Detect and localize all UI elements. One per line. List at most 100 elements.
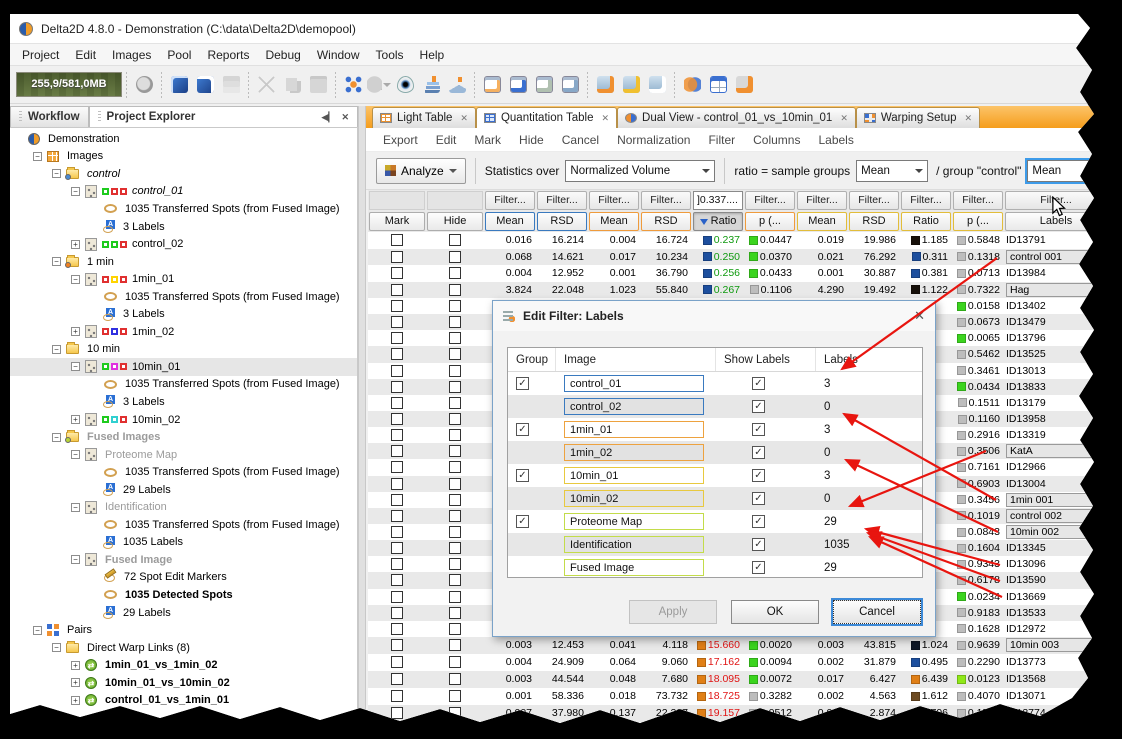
mark-checkbox[interactable] — [391, 397, 403, 409]
collapse-toggle-icon[interactable]: − — [52, 433, 61, 442]
collapse-toggle-icon[interactable]: − — [71, 450, 80, 459]
fuse-images-icon[interactable] — [680, 73, 704, 97]
mark-checkbox[interactable] — [391, 413, 403, 425]
hide-checkbox[interactable] — [449, 478, 461, 490]
show-labels-checkbox[interactable]: ✓ — [752, 538, 765, 551]
table-row[interactable]: 0.00158.3360.01873.73218.7250.32820.0024… — [368, 688, 1108, 705]
column-header-p[interactable]: p (... — [745, 212, 795, 231]
show-labels-checkbox[interactable]: ✓ — [752, 515, 765, 528]
expand-toggle-icon[interactable]: + — [71, 696, 80, 705]
panel-tab-project-explorer[interactable]: Project Explorer◀▏✕ — [89, 106, 358, 127]
mark-checkbox[interactable] — [391, 673, 403, 685]
table-row[interactable]: 3.82422.0481.02355.8400.2670.11064.29019… — [368, 282, 1108, 299]
label-dropdown[interactable]: 10min 002 — [1006, 525, 1106, 539]
ok-button[interactable]: OK — [731, 600, 819, 624]
ratio-filter-input[interactable]: ]0.337.... — [693, 191, 743, 210]
mark-checkbox[interactable] — [391, 478, 403, 490]
dual-view-window-icon[interactable] — [558, 73, 582, 97]
mark-checkbox[interactable] — [391, 429, 403, 441]
snapshot-spots-icon[interactable] — [619, 73, 643, 97]
hide-checkbox[interactable] — [449, 724, 461, 736]
tree-item[interactable]: 29 Labels — [10, 481, 357, 499]
filter-button[interactable]: Filter... — [537, 191, 587, 210]
qt-menu-mark[interactable]: Mark — [465, 133, 510, 147]
tree-item[interactable]: 72 Spot Edit Markers — [10, 569, 357, 587]
collapse-toggle-icon[interactable]: − — [52, 169, 61, 178]
hide-checkbox[interactable] — [449, 707, 461, 719]
hide-checkbox[interactable] — [449, 510, 461, 522]
tab-warping-setup[interactable]: Warping Setup✕ — [856, 107, 980, 128]
tab-quantitation-table[interactable]: Quantitation Table✕ — [476, 107, 617, 128]
menu-help[interactable]: Help — [412, 46, 453, 64]
menu-window[interactable]: Window — [309, 46, 368, 64]
table-row[interactable]: 0.00412.9520.00136.7900.2560.04330.00130… — [368, 265, 1108, 282]
column-header-rsd[interactable]: RSD — [537, 212, 587, 231]
menu-reports[interactable]: Reports — [199, 46, 257, 64]
menu-pool[interactable]: Pool — [159, 46, 199, 64]
column-header-ratio[interactable]: Ratio — [693, 212, 743, 231]
image-name-box[interactable]: Fused Image — [564, 559, 704, 576]
chevron-down-icon[interactable] — [383, 83, 391, 87]
table-row[interactable]: 0.00112.490.03351.321.10.0020.0092.632.4… — [368, 722, 1108, 739]
mark-checkbox[interactable] — [391, 234, 403, 246]
tree-item[interactable]: 1035 Transferred Spots (from Fused Image… — [10, 200, 357, 218]
hide-checkbox[interactable] — [449, 267, 461, 279]
show-labels-checkbox[interactable]: ✓ — [752, 561, 765, 574]
tree-item[interactable]: +⇄1min_01_vs_1min_02 — [10, 656, 357, 674]
hide-checkbox[interactable] — [449, 656, 461, 668]
group-mean-select[interactable]: Mean — [1027, 160, 1099, 182]
hide-checkbox[interactable] — [449, 284, 461, 296]
mark-checkbox[interactable] — [391, 445, 403, 457]
mark-checkbox[interactable] — [391, 316, 403, 328]
table-row[interactable]: 0.00424.9090.0649.06017.1620.00940.00231… — [368, 654, 1108, 671]
image-name-box[interactable]: 10min_02 — [564, 490, 704, 507]
mark-checkbox[interactable] — [391, 724, 403, 736]
show-labels-checkbox[interactable]: ✓ — [752, 377, 765, 390]
tree-item[interactable]: 1035 Labels — [10, 534, 357, 552]
mark-checkbox[interactable] — [391, 365, 403, 377]
image-name-box[interactable]: Proteome Map — [564, 513, 704, 530]
report-settings-icon[interactable] — [732, 73, 756, 97]
tree-item[interactable]: 1035 Detected Spots — [10, 586, 357, 604]
mark-checkbox[interactable] — [391, 558, 403, 570]
menu-tools[interactable]: Tools — [368, 46, 412, 64]
hide-checkbox[interactable] — [449, 251, 461, 263]
qt-menu-cancel[interactable]: Cancel — [553, 133, 608, 147]
collapse-toggle-icon[interactable]: − — [71, 275, 80, 284]
import-project-icon[interactable] — [193, 73, 217, 97]
table-row[interactable]: 0.00312.4530.0414.11815.6600.00200.00343… — [368, 637, 1108, 654]
hide-checkbox[interactable] — [449, 397, 461, 409]
column-header-mean[interactable]: Mean — [797, 212, 847, 231]
mark-checkbox[interactable] — [391, 284, 403, 296]
hide-checkbox[interactable] — [449, 542, 461, 554]
tree-item[interactable]: 3 Labels — [10, 393, 357, 411]
collapse-toggle-icon[interactable]: − — [33, 152, 42, 161]
tree-item[interactable]: −10 min — [10, 341, 357, 359]
tree-item[interactable]: 29 Labels — [10, 604, 357, 622]
hide-checkbox[interactable] — [449, 494, 461, 506]
label-dropdown[interactable]: control 002 — [1006, 509, 1106, 523]
collapse-toggle-icon[interactable]: − — [71, 362, 80, 371]
garbage-collect-icon[interactable] — [132, 73, 156, 97]
tree-item[interactable]: −1min_01 — [10, 270, 357, 288]
hide-checkbox[interactable] — [449, 413, 461, 425]
tab-light-table[interactable]: Light Table✕ — [372, 107, 476, 128]
mark-checkbox[interactable] — [391, 623, 403, 635]
image-name-box[interactable]: Identification — [564, 536, 704, 553]
close-tab-icon[interactable]: ✕ — [460, 113, 468, 124]
table-window-icon[interactable] — [532, 73, 556, 97]
tree-item[interactable]: −1 min — [10, 253, 357, 271]
mark-checkbox[interactable] — [391, 332, 403, 344]
hide-checkbox[interactable] — [449, 381, 461, 393]
hide-checkbox[interactable] — [449, 558, 461, 570]
column-header-p[interactable]: p (... — [953, 212, 1003, 231]
label-dropdown[interactable]: 1min 001 — [1006, 493, 1106, 507]
tree-item[interactable]: −Identification — [10, 498, 357, 516]
mark-checkbox[interactable] — [391, 461, 403, 473]
tree-item[interactable]: 1035 Transferred Spots (from Fused Image… — [10, 376, 357, 394]
label-dropdown[interactable]: 10min 003 — [1006, 638, 1106, 652]
minimize-panel-icon[interactable]: ◀▏ — [322, 112, 336, 123]
statistics-select[interactable]: Normalized Volume — [565, 160, 715, 182]
table-row[interactable]: 0.00344.5440.0487.68018.0950.00720.0176.… — [368, 671, 1108, 688]
qt-menu-labels[interactable]: Labels — [809, 133, 862, 147]
